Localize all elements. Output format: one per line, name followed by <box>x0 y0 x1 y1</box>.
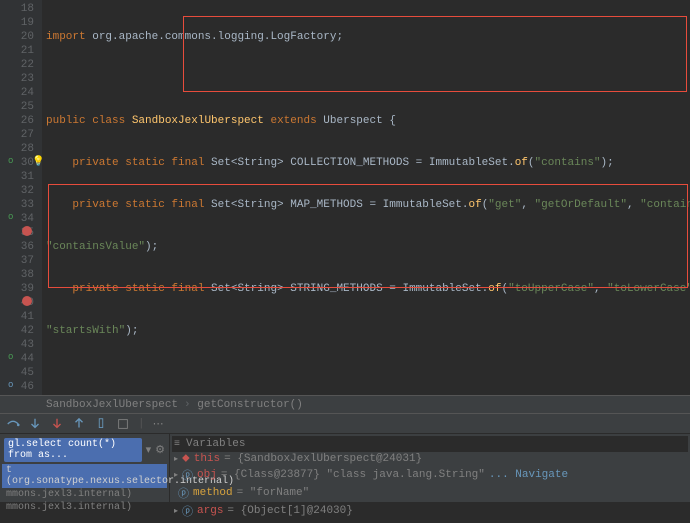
code-area[interactable]: import org.apache.commons.logging.LogFac… <box>42 0 690 395</box>
lightbulb-icon[interactable]: 💡 <box>32 156 44 168</box>
chevron-down-icon[interactable]: ▾ <box>146 443 152 457</box>
breakpoint-icon[interactable] <box>22 296 32 306</box>
override-marker-icon[interactable]: o <box>8 212 13 222</box>
code-line: private static final Set<String> MAP_MET… <box>42 198 690 212</box>
breadcrumb-method[interactable]: getConstructor() <box>197 399 303 411</box>
code-line <box>42 366 690 380</box>
code-line <box>42 72 690 86</box>
step-into-icon[interactable] <box>28 417 42 431</box>
stack-frame[interactable]: mmons.jexl3.internal) <box>2 501 167 514</box>
code-line: "startsWith"); <box>42 324 690 338</box>
frames-dropdown[interactable]: gl.select count(*) from as... <box>4 438 142 462</box>
breadcrumb-class[interactable]: SandboxJexlUberspect <box>46 399 178 411</box>
frames-panel: gl.select count(*) from as... ▾ ⚙ t (org… <box>0 434 170 503</box>
step-out-icon[interactable] <box>72 417 86 431</box>
code-line: "containsValue"); <box>42 240 690 254</box>
code-editor[interactable]: 1819202122232425262728303132333435363738… <box>0 0 690 395</box>
force-step-into-icon[interactable] <box>50 417 64 431</box>
override-marker-icon[interactable]: o <box>8 156 13 166</box>
variables-panel: ≡ Variables ▸⬥ this = {SandboxJexlUbersp… <box>170 434 690 503</box>
stack-frame[interactable]: t (org.sonatype.nexus.selector.internal) <box>2 464 167 488</box>
breadcrumb[interactable]: SandboxJexlUberspect › getConstructor() <box>0 395 690 413</box>
variables-header: ≡ Variables <box>172 436 688 452</box>
stack-frame[interactable]: mmons.jexl3.internal) <box>2 488 167 501</box>
override-marker-icon[interactable]: o <box>8 352 13 362</box>
code-line: public class SandboxJexlUberspect extend… <box>42 114 690 128</box>
override-marker-icon[interactable]: o <box>8 380 13 390</box>
debug-toolbar: | ⋯ <box>0 414 690 434</box>
run-to-cursor-icon[interactable] <box>94 417 108 431</box>
code-line: import org.apache.commons.logging.LogFac… <box>42 30 690 44</box>
breakpoint-icon[interactable] <box>22 226 32 236</box>
variable-row[interactable]: ▸ⓟ obj = {Class@23877} "class java.lang.… <box>172 466 688 484</box>
code-line: private static final Set<String> COLLECT… <box>42 156 690 170</box>
line-gutter: 1819202122232425262728303132333435363738… <box>0 0 42 395</box>
variable-row[interactable]: ⓟ method = "forName" <box>172 484 688 502</box>
code-line: private static final Set<String> STRING_… <box>42 282 690 296</box>
step-over-icon[interactable] <box>6 417 20 431</box>
filter-icon[interactable]: ⚙ <box>155 443 165 457</box>
more-icon[interactable]: ⋯ <box>153 417 167 431</box>
evaluate-icon[interactable] <box>116 417 130 431</box>
variable-row[interactable]: ▸⬥ this = {SandboxJexlUberspect@24031} <box>172 452 688 466</box>
variable-row[interactable]: ▸ⓟ args = {Object[1]@24030} <box>172 502 688 520</box>
debug-panel: | ⋯ gl.select count(*) from as... ▾ ⚙ t … <box>0 413 690 502</box>
